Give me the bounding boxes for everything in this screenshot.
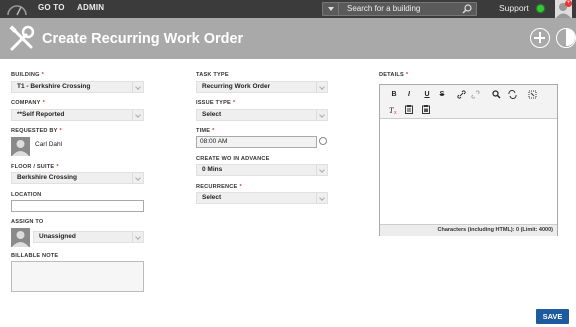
chevron-down-icon [316, 193, 327, 203]
paste-text-icon[interactable] [403, 104, 415, 115]
recurrence-select[interactable]: Select [196, 192, 328, 204]
search-icon[interactable] [462, 4, 472, 14]
page-title: Create Recurring Work Order [42, 31, 244, 47]
create-wo-advance-select[interactable]: 0 Mins [196, 164, 328, 176]
chevron-down-icon [132, 110, 143, 120]
theme-toggle-icon[interactable] [556, 28, 576, 48]
assignee-avatar [11, 228, 30, 247]
assign-to-label: ASSIGN TO [11, 219, 44, 225]
chevron-down-icon [316, 110, 327, 120]
floor-suite-label: FLOOR / SUITE * [11, 164, 59, 170]
support-link[interactable]: Support [499, 3, 529, 13]
nav-admin[interactable]: ADMIN [77, 3, 104, 12]
italic-button[interactable]: I [403, 89, 415, 100]
details-textarea[interactable] [380, 120, 557, 224]
online-status-icon [537, 5, 544, 12]
top-nav-bar: GO TO ADMIN Search for a building Suppor… [0, 0, 576, 18]
details-rich-text-editor: B I U S Tx Characters (including HTML): … [379, 84, 558, 236]
page-header: Create Recurring Work Order [0, 18, 576, 59]
svg-text:x: x [394, 110, 397, 114]
user-silhouette-icon [12, 231, 29, 247]
building-label: BUILDING * [11, 72, 45, 78]
clock-icon[interactable] [319, 137, 327, 145]
recurrence-label: RECURRENCE * [196, 184, 242, 190]
company-label: COMPANY * [11, 100, 45, 106]
unlink-icon[interactable] [469, 89, 481, 100]
building-search[interactable]: Search for a building [322, 2, 477, 16]
gauge-logo-icon[interactable] [6, 2, 28, 16]
tools-icon [9, 25, 35, 51]
create-wo-advance-label: CREATE WO IN ADVANCE [196, 156, 270, 162]
link-icon[interactable] [455, 89, 467, 100]
chevron-down-icon [132, 173, 143, 183]
floor-suite-select[interactable]: Berkshire Crossing [11, 172, 144, 184]
chevron-down-icon [132, 232, 143, 242]
replace-icon[interactable] [506, 89, 518, 100]
editor-toolbar: B I U S Tx [380, 85, 557, 119]
underline-button[interactable]: U [421, 89, 433, 100]
location-input[interactable] [11, 200, 144, 212]
chevron-down-icon [132, 82, 143, 92]
assign-to-select[interactable]: Unassigned [33, 231, 144, 243]
user-avatar[interactable]: + [555, 0, 572, 18]
billable-note-textarea[interactable] [11, 261, 144, 292]
company-select[interactable]: **Self Reported [11, 109, 144, 121]
add-circle-icon[interactable] [530, 28, 550, 48]
time-label: TIME * [196, 128, 215, 134]
requested-by-label: REQUESTED BY * [11, 128, 62, 134]
chevron-down-icon [316, 165, 327, 175]
details-label: DETAILS * [379, 72, 409, 78]
find-icon[interactable] [490, 89, 502, 100]
notification-badge: + [565, 0, 572, 7]
remove-format-icon[interactable]: Tx [388, 104, 400, 115]
character-count: Characters (including HTML): 0 (Limit: 4… [380, 224, 557, 236]
select-all-icon[interactable] [526, 89, 538, 100]
requester-name: Carl Dahl [35, 141, 63, 148]
paste-word-icon[interactable] [420, 104, 432, 115]
billable-note-label: BILLABLE NOTE [11, 253, 59, 259]
user-silhouette-icon [12, 140, 29, 156]
task-type-select[interactable]: Recurring Work Order [196, 81, 328, 93]
save-button[interactable]: SAVE [536, 309, 569, 324]
issue-type-select[interactable]: Select [196, 109, 328, 121]
task-type-label: TASK TYPE [196, 72, 229, 78]
chevron-down-icon [316, 82, 327, 92]
issue-type-label: ISSUE TYPE * [196, 100, 236, 106]
location-label: LOCATION [11, 192, 42, 198]
building-select[interactable]: T1 - Berkshire Crossing [11, 81, 144, 93]
chevron-down-icon [328, 7, 334, 11]
search-input[interactable]: Search for a building [347, 4, 420, 13]
requester-avatar [11, 137, 30, 156]
search-scope-dropdown[interactable] [323, 3, 339, 15]
strikethrough-button[interactable]: S [436, 89, 448, 100]
nav-goto[interactable]: GO TO [38, 3, 65, 12]
time-input[interactable]: 08:00 AM [196, 136, 317, 148]
bold-button[interactable]: B [388, 89, 400, 100]
